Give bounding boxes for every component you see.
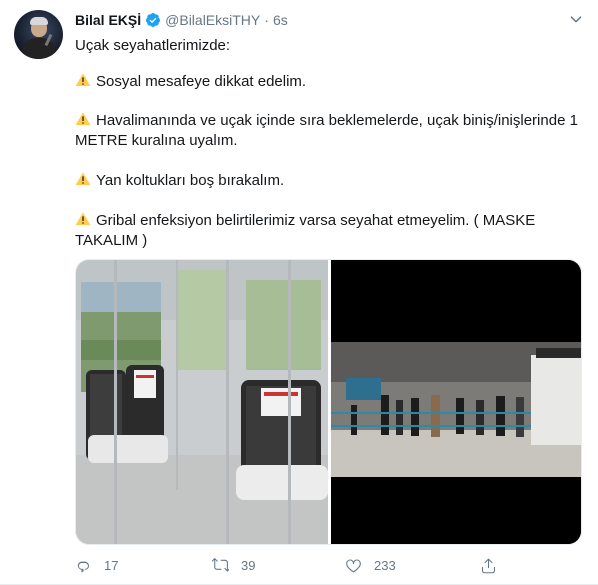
tweet-line-text: Havalimanında ve uçak içinde sıra beklem… bbox=[75, 112, 578, 149]
warning-sign-icon bbox=[75, 212, 91, 225]
chevron-down-icon[interactable] bbox=[567, 10, 585, 28]
retweet-icon bbox=[212, 558, 229, 572]
photo-bus-interior[interactable] bbox=[76, 260, 328, 544]
tweet-line-text: Yan koltukları boş bırakalım. bbox=[96, 172, 285, 189]
like-count: 233 bbox=[374, 558, 396, 573]
heart-icon bbox=[346, 559, 361, 573]
verified-badge-icon bbox=[146, 13, 161, 27]
retweet-button[interactable]: 39 bbox=[212, 557, 255, 574]
header-separator: · bbox=[264, 12, 269, 28]
tweet-line: Yan koltukları boş bırakalım. bbox=[75, 171, 585, 191]
warning-sign-icon bbox=[75, 172, 91, 185]
warning-sign-icon bbox=[75, 73, 91, 86]
tweet-header: Bilal EKŞİ @BilalEksiTHY · 6s bbox=[75, 11, 288, 29]
tweet-line-text: Sosyal mesafeye dikkat edelim. bbox=[96, 73, 307, 90]
author-name[interactable]: Bilal EKŞİ bbox=[75, 12, 141, 28]
tweet-line-text: Gribal enfeksiyon belirtilerimiz varsa s… bbox=[75, 212, 536, 249]
tweet-line: Havalimanında ve uçak içinde sıra beklem… bbox=[75, 111, 585, 151]
photo-airport-queue[interactable] bbox=[331, 260, 581, 544]
share-button[interactable] bbox=[480, 557, 497, 574]
tweet[interactable]: Bilal EKŞİ @BilalEksiTHY · 6s Uçak seyah… bbox=[0, 0, 598, 585]
reply-button[interactable]: 17 bbox=[75, 557, 118, 574]
avatar-hair bbox=[30, 17, 48, 25]
tweet-timestamp[interactable]: 6s bbox=[273, 12, 288, 28]
warning-sign-icon bbox=[75, 112, 91, 125]
tweet-media[interactable] bbox=[75, 259, 582, 545]
bus-interior-illustration bbox=[76, 260, 328, 544]
avatar-body bbox=[22, 38, 56, 59]
author-handle[interactable]: @BilalEksiTHY bbox=[165, 12, 260, 28]
avatar[interactable] bbox=[14, 10, 63, 59]
tweet-text-intro: Uçak seyahatlerimizde: bbox=[75, 37, 231, 54]
tweet-actions: 17 39 233 bbox=[75, 557, 515, 577]
reply-icon bbox=[77, 561, 89, 573]
reply-count: 17 bbox=[104, 558, 119, 573]
retweet-count: 39 bbox=[241, 558, 256, 573]
tweet-line: Sosyal mesafeye dikkat edelim. bbox=[75, 72, 585, 92]
share-icon bbox=[481, 558, 496, 574]
tweet-line: Gribal enfeksiyon belirtilerimiz varsa s… bbox=[75, 211, 585, 251]
airport-queue-illustration bbox=[331, 260, 581, 544]
like-button[interactable]: 233 bbox=[345, 557, 396, 574]
